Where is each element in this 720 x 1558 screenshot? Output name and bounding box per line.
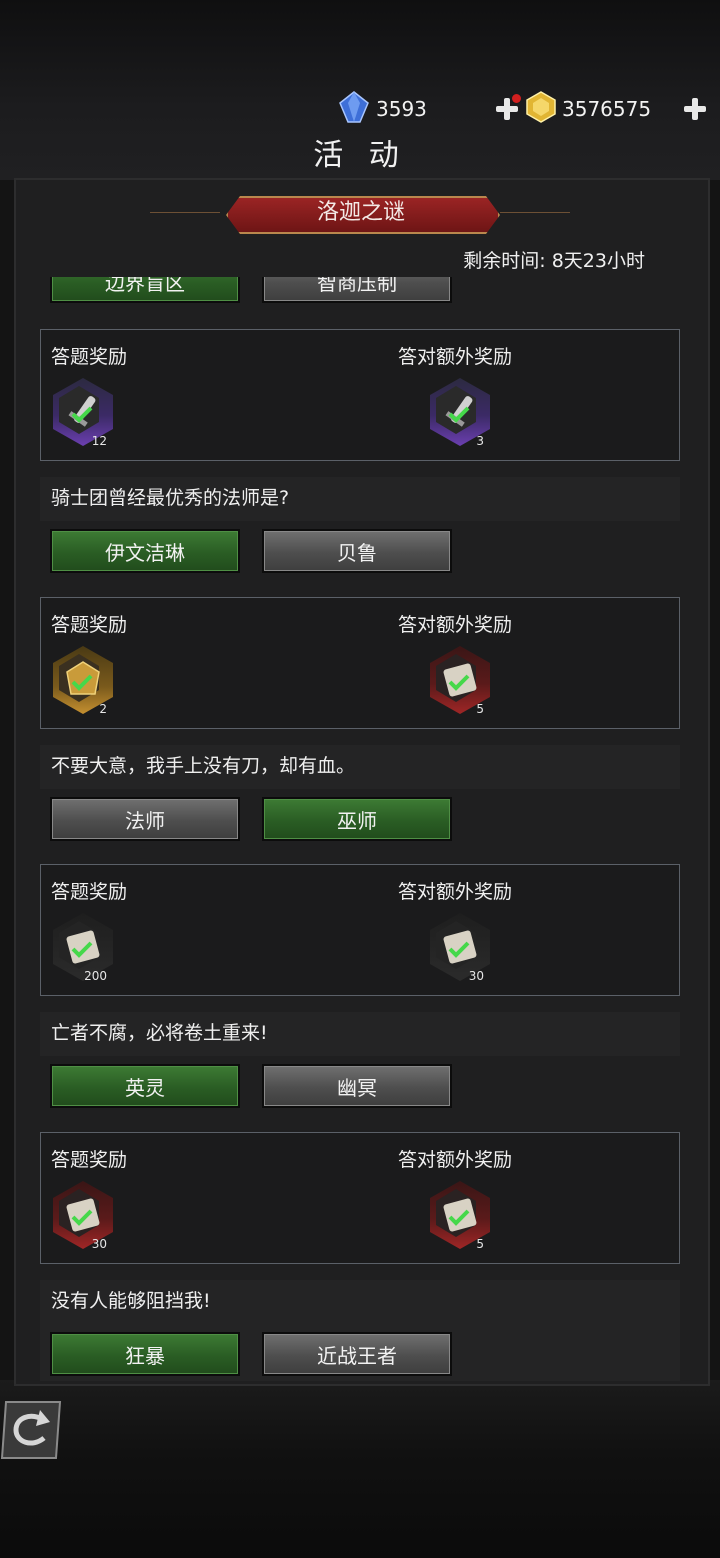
question-text: 骑士团曾经最优秀的法师是? [51, 487, 290, 509]
question-row: 不要大意，我手上没有刀，却有血。 [40, 745, 680, 789]
reward-box: 答题奖励 答对额外奖励 30 5 [40, 1132, 680, 1264]
question-text: 亡者不腐，必将卷土重来! [51, 1022, 268, 1044]
answer-button[interactable]: 巫师 [262, 797, 452, 841]
event-title: 洛迦之谜 [316, 200, 405, 225]
reward-item[interactable]: 2 [49, 644, 119, 718]
answer-button[interactable]: 伊文洁琳 [50, 529, 240, 573]
answer-button[interactable]: 贝鲁 [262, 529, 452, 573]
answer-button[interactable]: 英灵 [50, 1064, 240, 1108]
reward-box: 答题奖励 答对额外奖励 12 3 [40, 329, 680, 461]
gold-amount: 3576575 [562, 97, 652, 121]
banner-divider-right [500, 212, 570, 213]
scroll-icon [66, 1198, 100, 1232]
bonus-item[interactable]: 30 [426, 911, 496, 985]
bonus-item[interactable]: 5 [426, 644, 496, 718]
remaining-time: 剩余时间: 8天23小时 [463, 250, 645, 272]
gold-chest-icon [66, 661, 100, 695]
page-title: 活 动 [313, 138, 407, 173]
answer-button-top-a[interactable]: 边界盲区 [50, 277, 240, 303]
bonus-item[interactable]: 3 [426, 376, 496, 450]
bottom-background [0, 1380, 720, 1558]
bonus-qty: 30 [468, 969, 484, 983]
reward-label: 答题奖励 [51, 881, 128, 903]
answer-button[interactable]: 近战王者 [262, 1332, 452, 1376]
back-arrow-icon [0, 1401, 62, 1459]
reward-qty: 2 [99, 702, 107, 716]
sword-icon [68, 396, 96, 427]
reward-box: 答题奖励 答对额外奖励 2 5 [40, 597, 680, 729]
bonus-qty: 5 [476, 702, 484, 716]
reward-item[interactable]: 30 [49, 1179, 119, 1253]
question-row: 骑士团曾经最优秀的法师是? [40, 477, 680, 521]
gold-currency: 3576575 [526, 91, 714, 127]
scroll-icon [66, 930, 100, 964]
question-list[interactable]: 边界盲区 智商压制 答题奖励 答对额外奖励 12 3 骑士团曾经最优秀的法师是?… [40, 277, 680, 1381]
reward-qty: 12 [91, 434, 107, 448]
bonus-reward-label: 答对额外奖励 [398, 346, 513, 368]
answer-button[interactable]: 幽冥 [262, 1064, 452, 1108]
reward-qty: 30 [91, 1237, 107, 1251]
bonus-reward-label: 答对额外奖励 [398, 614, 513, 636]
reward-label: 答题奖励 [51, 1149, 128, 1171]
scroll-icon [443, 663, 477, 697]
gold-coin-icon [526, 91, 556, 127]
reward-qty: 200 [84, 969, 107, 983]
banner-divider-left [150, 212, 220, 213]
notification-dot [512, 94, 521, 103]
question-text: 没有人能够阻挡我! [51, 1290, 211, 1312]
reward-item[interactable]: 12 [49, 376, 119, 450]
back-button[interactable] [0, 1398, 64, 1462]
answer-button[interactable]: 法师 [50, 797, 240, 841]
reward-item[interactable]: 200 [49, 911, 119, 985]
bonus-item[interactable]: 5 [426, 1179, 496, 1253]
bonus-reward-label: 答对额外奖励 [398, 881, 513, 903]
scroll-icon [443, 1198, 477, 1232]
scroll-icon [443, 930, 477, 964]
blue-gem-icon [338, 91, 370, 127]
gem-currency: 3593 [338, 91, 526, 127]
bonus-reward-label: 答对额外奖励 [398, 1149, 513, 1171]
question-text: 不要大意，我手上没有刀，却有血。 [51, 755, 356, 777]
question-row: 亡者不腐，必将卷土重来! [40, 1012, 680, 1056]
reward-label: 答题奖励 [51, 614, 128, 636]
bonus-qty: 5 [476, 1237, 484, 1251]
reward-label: 答题奖励 [51, 346, 128, 368]
reward-box: 答题奖励 答对额外奖励 200 30 [40, 864, 680, 996]
add-gold-button[interactable] [684, 98, 706, 120]
answer-button[interactable]: 狂暴 [50, 1332, 240, 1376]
answer-button-top-b[interactable]: 智商压制 [262, 277, 452, 303]
gem-amount: 3593 [376, 97, 427, 121]
sword-icon [445, 396, 473, 427]
bonus-qty: 3 [476, 434, 484, 448]
